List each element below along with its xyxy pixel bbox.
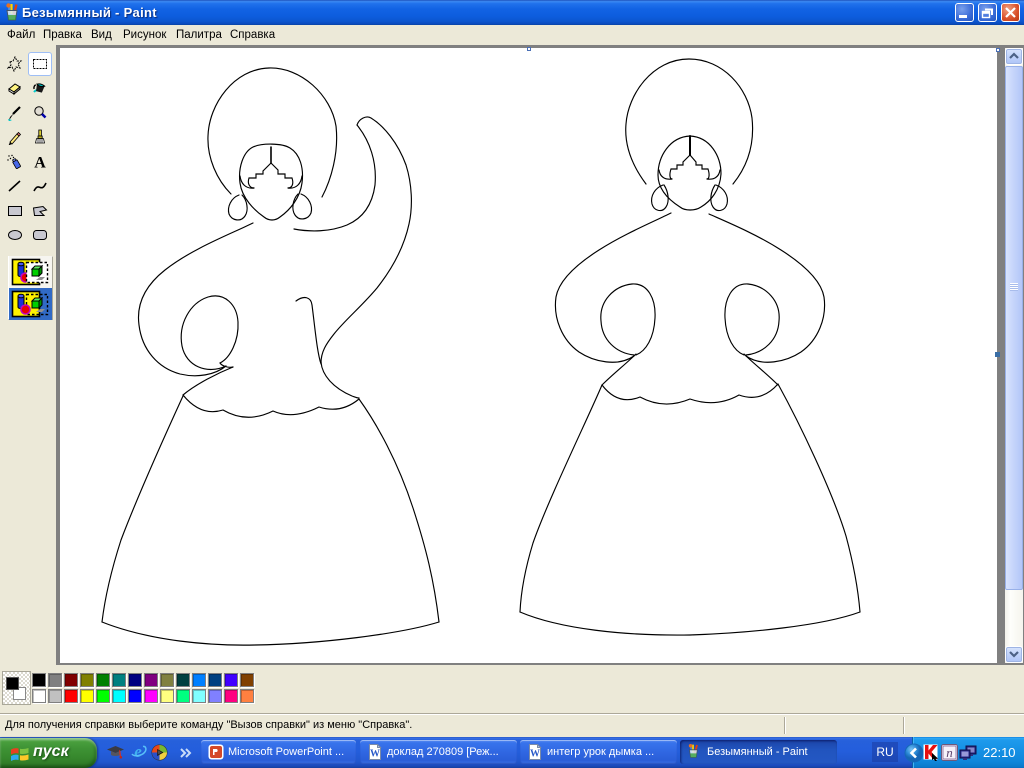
- svg-text:e: e: [134, 743, 142, 760]
- svg-text:n: n: [946, 745, 953, 760]
- svg-text:A: A: [34, 155, 46, 171]
- svg-text:W: W: [370, 749, 380, 760]
- svg-text:W: W: [530, 749, 540, 760]
